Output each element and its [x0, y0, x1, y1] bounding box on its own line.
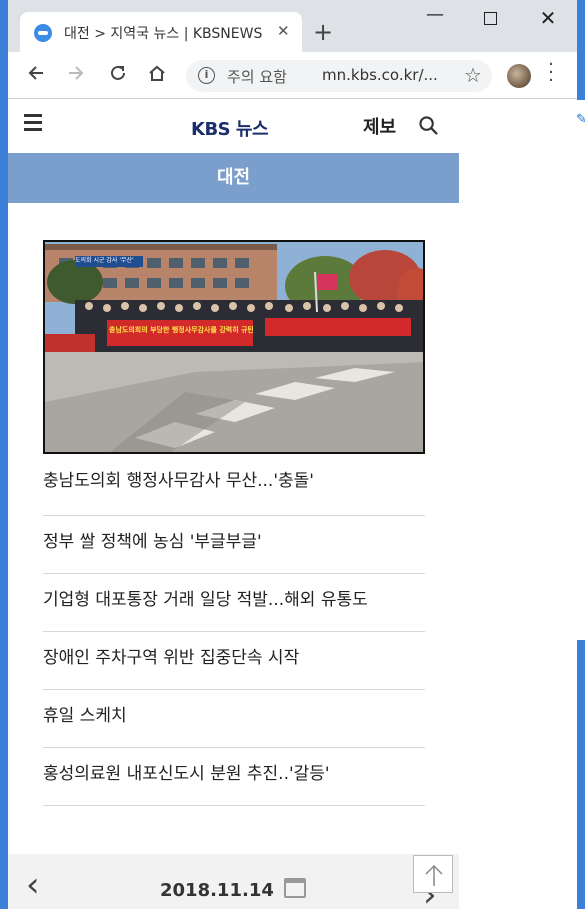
image-banner-caption: 충남도의회의 부당한 행정사무감사를 강력히 규탄한다!	[109, 326, 253, 334]
back-arrow-icon	[28, 66, 43, 80]
info-icon[interactable]: i	[198, 67, 215, 84]
news-item[interactable]: 정부 쌀 정책에 농심 '부글부글'	[43, 516, 425, 574]
tab-title: 대전 > 지역국 뉴스 | KBSNEWS	[64, 26, 263, 42]
reload-icon	[111, 65, 125, 80]
background-window-strip	[577, 100, 585, 640]
close-window-button[interactable]: ✕	[528, 6, 568, 30]
prev-date-arrow-icon[interactable]: ‹	[26, 868, 40, 902]
news-item[interactable]: 휴일 스케치	[43, 690, 425, 748]
region-title: 대전	[216, 167, 251, 188]
news-list: 충남도의회 행정사무감사 무산...'충돌' 정부 쌀 정책에 농심 '부글부글…	[43, 457, 425, 806]
security-label: 주의 요함	[227, 68, 287, 86]
site-header: KBS 뉴스 제보	[8, 100, 459, 153]
maximize-button[interactable]	[470, 6, 510, 30]
bookmark-star-icon[interactable]: ☆	[464, 63, 482, 87]
browser-frame: 대전 > 지역국 뉴스 | KBSNEWS ✕ + — ✕ i 주의 요함 mn…	[8, 0, 577, 909]
arrow-up-icon	[425, 864, 443, 886]
kbs-news-logo[interactable]: KBS 뉴스	[191, 115, 269, 141]
news-thumbnail-image[interactable]: 도의회 시군 감사 '무산' 충남도의회의 부당한 행정사무감사를 강력히 규탄…	[43, 240, 425, 454]
new-tab-button[interactable]: +	[313, 20, 333, 44]
home-icon	[149, 65, 165, 81]
forward-arrow-icon	[69, 66, 84, 80]
profile-avatar[interactable]	[507, 64, 531, 88]
hamburger-menu-icon[interactable]	[24, 114, 42, 131]
reload-button[interactable]	[106, 63, 130, 87]
minimize-button[interactable]: —	[415, 4, 455, 25]
image-sign-caption: 도의회 시군 감사 '무산'	[75, 257, 134, 264]
current-date: 2018.11.14	[160, 880, 274, 901]
tab-bar: 대전 > 지역국 뉴스 | KBSNEWS ✕ + — ✕	[8, 0, 577, 52]
news-item[interactable]: 충남도의회 행정사무감사 무산...'충돌'	[43, 457, 425, 516]
web-page: KBS 뉴스 제보 대전 도의회 시군 감사 '무산' 충남도의회의 부당한 행…	[8, 100, 459, 909]
browser-tab[interactable]: 대전 > 지역국 뉴스 | KBSNEWS ✕	[20, 12, 302, 52]
address-bar[interactable]: i 주의 요함 mn.kbs.co.kr/... ☆	[186, 60, 492, 92]
browser-toolbar: i 주의 요함 mn.kbs.co.kr/... ☆ · · ·	[8, 52, 577, 99]
maximize-icon	[483, 12, 497, 25]
home-button[interactable]	[145, 63, 169, 87]
date-navigation: ‹ 2018.11.14 ›	[8, 854, 459, 909]
kbs-favicon-icon	[34, 24, 52, 42]
protest-scene-image	[45, 242, 423, 452]
browser-menu-icon[interactable]: · · ·	[546, 56, 556, 90]
news-item[interactable]: 홍성의료원 내포신도시 분원 추진..'갈등'	[43, 748, 425, 806]
background-app-icon: ✎	[576, 112, 585, 127]
back-button[interactable]	[24, 63, 48, 87]
forward-button[interactable]	[64, 63, 88, 87]
search-icon[interactable]	[419, 116, 438, 135]
news-item[interactable]: 기업형 대포통장 거래 일당 적발...해외 유통도	[43, 574, 425, 632]
region-bar: 대전	[8, 153, 459, 203]
tab-close-icon[interactable]: ✕	[277, 22, 290, 40]
scroll-top-button[interactable]	[413, 855, 453, 893]
report-link[interactable]: 제보	[363, 113, 396, 139]
news-item[interactable]: 장애인 주차구역 위반 집중단속 시작	[43, 632, 425, 690]
calendar-icon[interactable]	[284, 878, 306, 898]
url-text[interactable]: mn.kbs.co.kr/...	[322, 66, 452, 84]
